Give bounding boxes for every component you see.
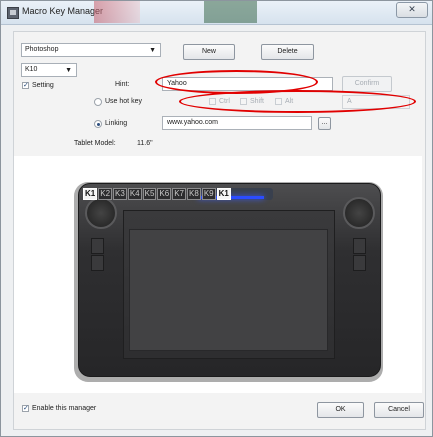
express-key-5[interactable]: K5 <box>142 188 157 200</box>
express-key-10[interactable]: K1 <box>216 188 231 200</box>
macro-key-manager-window: Macro Key Manager ✕ Photoshop ▼ New Dele… <box>0 0 433 437</box>
window-title: Macro Key Manager <box>22 6 104 16</box>
new-button[interactable]: New <box>183 44 235 60</box>
express-key-8[interactable]: K8 <box>187 188 201 200</box>
setting-label: Setting <box>32 82 54 89</box>
right-side-key <box>353 238 366 254</box>
left-side-key <box>91 255 104 271</box>
linking-radio[interactable] <box>94 120 102 128</box>
right-dial <box>343 197 375 229</box>
express-key-1[interactable]: K1 <box>83 188 98 200</box>
background-window-strip <box>94 1 140 23</box>
key-select-value: K10 <box>25 66 38 73</box>
left-side-key <box>91 238 104 254</box>
ok-button[interactable]: OK <box>317 402 364 418</box>
linking-url-input[interactable]: www.yahoo.com <box>162 116 312 130</box>
right-side-key <box>353 255 366 271</box>
browse-button[interactable]: ... <box>318 117 331 130</box>
express-key-4[interactable]: K4 <box>127 188 142 200</box>
application-select-value: Photoshop <box>25 46 59 53</box>
tablet-model-label: Tablet Model: <box>74 140 116 147</box>
tablet-preview-area: K1 K2 K3 K4 K5 K6 K7 K8 K9 K1 <box>14 156 422 393</box>
hint-label: Hint: <box>115 81 130 88</box>
express-key-2[interactable]: K2 <box>98 188 113 200</box>
tablet-active-area <box>123 210 335 359</box>
enable-manager-label: Enable this manager <box>32 405 97 412</box>
background-window-strip <box>204 1 257 23</box>
tablet-image <box>78 183 381 377</box>
left-dial <box>85 197 117 229</box>
annotation-ellipse-hotkey <box>179 90 416 113</box>
key-select[interactable]: K10 ▼ <box>21 63 77 77</box>
tablet-model-value: 11.6" <box>137 140 153 147</box>
express-key-3[interactable]: K3 <box>113 188 127 200</box>
express-key-row: K1 K2 K3 K4 K5 K6 K7 K8 K9 K1 <box>83 188 231 200</box>
enable-manager-checkbox[interactable]: ✓ <box>22 405 29 412</box>
confirm-button[interactable]: Confirm <box>342 76 392 92</box>
delete-button[interactable]: Delete <box>261 44 314 60</box>
title-bar: Macro Key Manager ✕ <box>1 1 432 25</box>
use-hotkey-radio[interactable] <box>94 98 102 106</box>
close-button[interactable]: ✕ <box>396 2 428 18</box>
setting-checkbox[interactable]: ✓ <box>22 82 29 89</box>
chevron-down-icon: ▼ <box>65 67 72 74</box>
express-key-9[interactable]: K9 <box>201 188 216 200</box>
cancel-button[interactable]: Cancel <box>374 402 424 418</box>
application-select[interactable]: Photoshop ▼ <box>21 43 161 57</box>
express-key-6[interactable]: K6 <box>157 188 172 200</box>
linking-label: Linking <box>105 120 128 127</box>
tablet-work-surface <box>129 229 328 351</box>
express-key-7[interactable]: K7 <box>172 188 187 200</box>
use-hotkey-label: Use hot key <box>105 98 142 105</box>
chevron-down-icon: ▼ <box>149 47 156 54</box>
app-icon <box>7 7 19 19</box>
